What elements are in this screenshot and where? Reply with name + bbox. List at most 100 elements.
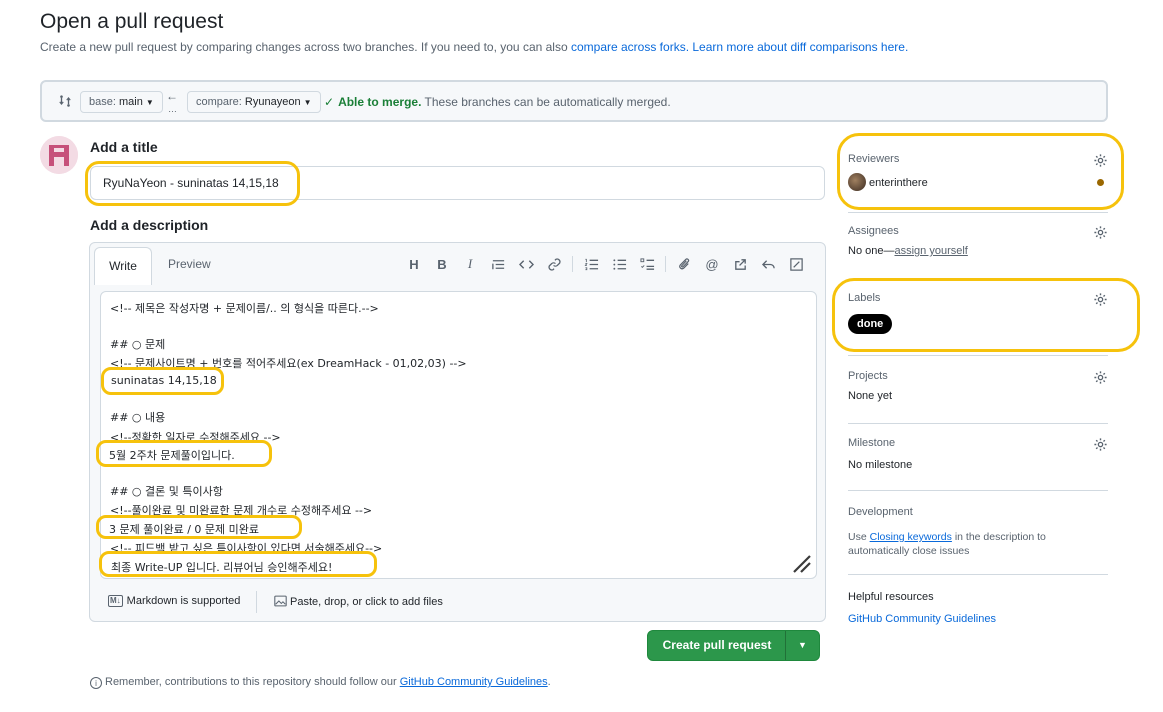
identicon-icon <box>40 136 78 174</box>
compare-forks-link[interactable]: compare across forks. <box>571 40 689 54</box>
code-icon[interactable] <box>512 253 540 275</box>
branch-compare-bar: base: main ▼ ←… compare: Ryunayeon ▼ ✓ Able… <box>40 80 1108 122</box>
gear-icon[interactable] <box>1093 225 1108 240</box>
description-line: <!--풀이완료 및 미완료한 문제 개수로 수정해주세요 --> <box>110 504 373 517</box>
description-line: suninatas 14,15,18 <box>111 374 217 387</box>
markdown-icon: M↓ <box>108 595 123 607</box>
contribution-note: i Remember, contributions to this reposit… <box>90 676 551 689</box>
toolbar-divider <box>665 256 666 272</box>
task-list-icon[interactable] <box>633 253 661 275</box>
gear-icon[interactable] <box>1093 437 1108 452</box>
assign-yourself-link[interactable]: assign yourself <box>894 245 967 257</box>
page-title: Open a pull request <box>40 10 224 33</box>
milestone-title[interactable]: Milestone <box>848 437 1108 449</box>
editor-footer: M↓ Markdown is supported Paste, drop, or … <box>90 589 825 619</box>
fullscreen-icon[interactable] <box>782 253 810 275</box>
merge-status-text: These branches can be automatically merg… <box>424 95 671 109</box>
tab-write[interactable]: Write <box>94 247 152 285</box>
sidebar-divider <box>848 574 1108 575</box>
description-line: 최종 Write-UP 입니다. 리뷰어님 승인해주세요! <box>111 561 333 574</box>
create-pull-request-group: Create pull request ▼ <box>647 630 820 661</box>
label-badge-done[interactable]: done <box>848 314 893 334</box>
git-compare-icon <box>59 95 71 107</box>
sidebar-divider <box>848 355 1108 356</box>
description-textarea[interactable]: <!-- 제목은 작성자명 + 문제이름/.. 의 형식을 따른다.--> ##… <box>100 291 817 579</box>
development-title: Development <box>848 506 913 518</box>
assignees-title[interactable]: Assignees <box>848 225 1108 237</box>
labels-title[interactable]: Labels <box>848 292 1108 304</box>
attach-files[interactable]: Paste, drop, or click to add files <box>274 595 443 608</box>
description-line: 3 문제 풀이완료 / 0 문제 미완료 <box>109 523 260 536</box>
review-status-dot <box>1097 179 1104 186</box>
check-icon: ✓ <box>324 95 335 109</box>
labels-section: Labels done <box>848 292 1108 336</box>
helpful-resources-title: Helpful resources <box>848 591 934 603</box>
mention-icon[interactable]: @ <box>698 253 726 275</box>
description-line: <!-- 제목은 작성자명 + 문제이름/.. 의 형식을 따른다.--> <box>110 302 379 315</box>
page-subtitle: Create a new pull request by comparing c… <box>40 40 908 54</box>
markdown-supported[interactable]: M↓ Markdown is supported <box>108 595 240 607</box>
assignees-none: No one— <box>848 245 895 257</box>
description-line: <!-- 피드백 받고 싶은 특이사항이 있다면 서술해주세요--> <box>110 542 383 555</box>
markdown-toolbar: H B I @ <box>400 253 810 275</box>
sidebar-divider <box>848 490 1108 491</box>
bold-icon[interactable]: B <box>428 253 456 275</box>
assignees-value: No one—assign yourself <box>848 245 1108 257</box>
image-icon <box>274 595 287 607</box>
description-line: ## ○ 문제 <box>110 338 166 351</box>
helpful-resources-section: Helpful resources GitHub Community Guide… <box>848 591 1108 631</box>
description-line: <!-- 문제사이트명 + 번호를 적어주세요(ex DreamHack - 0… <box>110 357 467 370</box>
saved-reply-icon[interactable] <box>754 253 782 275</box>
chevron-down-icon: ▼ <box>303 98 312 107</box>
italic-icon[interactable]: I <box>456 253 484 275</box>
ordered-list-icon[interactable] <box>577 253 605 275</box>
cross-reference-icon[interactable] <box>726 253 754 275</box>
community-guidelines-link[interactable]: GitHub Community Guidelines <box>848 613 996 625</box>
resize-handle-icon[interactable] <box>790 552 812 574</box>
arrow-left-icon: ←… <box>166 89 178 114</box>
compare-branch-value: Ryunayeon <box>244 96 301 108</box>
base-branch-select[interactable]: base: main ▼ <box>80 91 163 113</box>
learn-more-link[interactable]: Learn more about diff comparisons here. <box>692 40 908 54</box>
contribution-note-text: Remember, contributions to this reposito… <box>105 676 397 688</box>
link-icon[interactable] <box>540 253 568 275</box>
sidebar-divider <box>848 279 1108 280</box>
unordered-list-icon[interactable] <box>605 253 633 275</box>
quote-icon[interactable] <box>484 253 512 275</box>
chevron-down-icon: ▼ <box>798 640 807 650</box>
markdown-supported-text: Markdown is supported <box>126 595 241 607</box>
create-options-dropdown[interactable]: ▼ <box>785 631 819 660</box>
development-text: Use Closing keywords in the description … <box>848 530 1108 558</box>
attach-files-text: Paste, drop, or click to add files <box>290 596 443 608</box>
footer-divider <box>256 591 257 613</box>
add-title-label: Add a title <box>90 139 158 155</box>
gear-icon[interactable] <box>1093 370 1108 385</box>
create-pull-request-button[interactable]: Create pull request <box>648 631 786 660</box>
reviewers-title[interactable]: Reviewers <box>848 153 1108 165</box>
closing-keywords-link[interactable]: Closing keywords <box>870 531 952 543</box>
reviewer-name: enterinthere <box>869 177 928 189</box>
description-line: 5월 2주차 문제풀이입니다. <box>109 449 235 462</box>
projects-title[interactable]: Projects <box>848 370 1108 382</box>
reviewer-item[interactable]: enterinthere <box>848 173 928 191</box>
description-line: ## ○ 결론 및 특이사항 <box>110 485 223 498</box>
tab-preview[interactable]: Preview <box>168 257 211 271</box>
sidebar-divider <box>848 212 1108 213</box>
title-input[interactable]: RyuNaYeon - suninatas 14,15,18 <box>90 166 825 200</box>
info-icon: i <box>90 677 102 689</box>
compare-branch-select[interactable]: compare: Ryunayeon ▼ <box>187 91 321 113</box>
milestone-value: No milestone <box>848 459 913 471</box>
reviewers-section: Reviewers enterinthere <box>848 153 1108 195</box>
gear-icon[interactable] <box>1093 292 1108 307</box>
description-line: <!--정확한 일자로 수정해주세요 --> <box>110 431 281 444</box>
community-guidelines-link[interactable]: GitHub Community Guidelines <box>400 676 548 688</box>
development-prefix: Use <box>848 531 867 543</box>
sidebar-divider <box>848 423 1108 424</box>
subtitle-text: Create a new pull request by comparing c… <box>40 40 568 54</box>
gear-icon[interactable] <box>1093 153 1108 168</box>
toolbar-divider <box>572 256 573 272</box>
attach-paperclip-icon[interactable] <box>670 253 698 275</box>
heading-icon[interactable]: H <box>400 253 428 275</box>
chevron-down-icon: ▼ <box>145 98 154 107</box>
compare-prefix: compare: <box>196 96 242 108</box>
